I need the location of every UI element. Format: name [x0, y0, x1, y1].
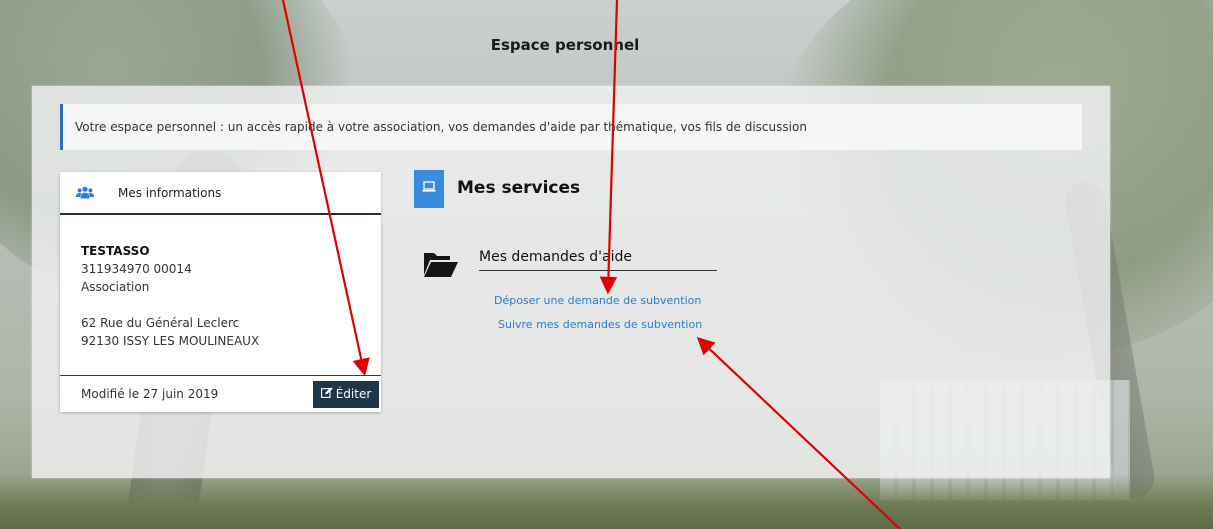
intro-text: Votre espace personnel : un accès rapide…	[75, 120, 807, 134]
page-title: Espace personnel	[490, 36, 640, 54]
address-line-1: 62 Rue du Général Leclerc	[81, 316, 240, 330]
info-card-title: Mes informations	[118, 185, 222, 200]
address-line-2: 92130 ISSY LES MOULINEAUX	[81, 334, 260, 348]
laptop-icon	[422, 180, 436, 198]
track-grant-requests-link[interactable]: Suivre mes demandes de subvention	[498, 318, 702, 331]
info-card: Mes informations TESTASSO 311934970 0001…	[60, 172, 381, 412]
info-card-header: Mes informations	[60, 172, 381, 215]
edit-button[interactable]: Éditer	[313, 380, 379, 408]
association-name: TESTASSO	[81, 244, 150, 258]
users-icon	[74, 183, 96, 203]
page: Espace personnel Votre espace personnel …	[0, 0, 1213, 529]
background-bushes	[0, 474, 1213, 529]
siret-number: 311934970 00014	[81, 262, 192, 276]
info-card-body: TESTASSO 311934970 00014 Association 62 …	[60, 215, 381, 350]
services-title: Mes services	[457, 178, 581, 198]
intro-banner: Votre espace personnel : un accès rapide…	[60, 104, 1082, 150]
submit-grant-request-link[interactable]: Déposer une demande de subvention	[494, 294, 701, 307]
services-icon-box	[414, 170, 444, 208]
edit-icon	[320, 387, 333, 401]
edit-button-label: Éditer	[335, 387, 372, 401]
aid-requests-title: Mes demandes d'aide	[479, 249, 717, 271]
info-card-footer: Modifié le 27 juin 2019 Éditer	[60, 375, 381, 412]
folder-open-icon	[423, 250, 459, 278]
main-panel: Votre espace personnel : un accès rapide…	[32, 86, 1110, 478]
organization-type: Association	[81, 280, 150, 294]
modified-date: Modifié le 27 juin 2019	[81, 387, 219, 401]
